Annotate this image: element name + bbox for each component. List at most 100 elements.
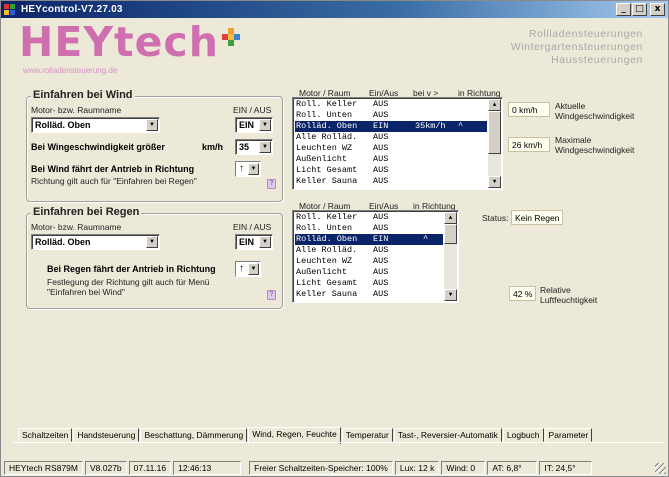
scroll-up-icon[interactable]: ▲ bbox=[444, 212, 457, 224]
current-wind-label: Aktuelle Windgeschwindigkeit bbox=[555, 101, 634, 121]
tab-handsteuerung[interactable]: Handsteuerung bbox=[73, 428, 140, 442]
rain-einaus-value: EIN bbox=[239, 237, 255, 247]
list-item[interactable]: Licht Gesamt AUS bbox=[295, 278, 443, 289]
list-item[interactable]: Roll. Unten AUS bbox=[295, 110, 487, 121]
tagline: Rollladensteuerungen Wintergartensteueru… bbox=[511, 28, 643, 67]
close-button[interactable]: x bbox=[650, 3, 665, 16]
chevron-down-icon[interactable]: ▼ bbox=[259, 141, 271, 153]
list-item[interactable]: Roll. Keller AUS bbox=[295, 212, 443, 223]
chevron-down-icon[interactable]: ▼ bbox=[248, 163, 259, 175]
list-cell-state: AUS bbox=[373, 256, 389, 266]
list-cell-name: Roll. Unten bbox=[296, 110, 353, 120]
list-item[interactable]: Roll. Unten AUS bbox=[295, 223, 443, 234]
wind-direction-note: Richtung gilt auch für "Einfahren bei Re… bbox=[31, 176, 197, 186]
rain-direction-select[interactable]: ↑ ▼ bbox=[235, 261, 261, 277]
list-cell-state: AUS bbox=[373, 132, 389, 142]
chevron-down-icon[interactable]: ▼ bbox=[259, 236, 271, 248]
list-item[interactable]: Außenlicht AUS bbox=[295, 267, 443, 278]
minimize-button[interactable]: _ bbox=[616, 3, 631, 16]
scroll-down-icon[interactable]: ▼ bbox=[488, 176, 501, 188]
list-cell-name: Roll. Keller bbox=[296, 99, 358, 109]
chevron-down-icon[interactable]: ▼ bbox=[248, 263, 259, 275]
list-cell-dir: ^ bbox=[458, 121, 464, 131]
list-item[interactable]: Leuchten WZ AUS bbox=[295, 143, 487, 154]
tab-schaltzeiten[interactable]: Schaltzeiten bbox=[18, 428, 73, 442]
list-item[interactable]: Keller Sauna AUS bbox=[295, 289, 443, 300]
chevron-down-icon[interactable]: ▼ bbox=[146, 236, 158, 248]
list-cell-name: Roll. Keller bbox=[296, 212, 358, 222]
wind-einaus-value: EIN bbox=[239, 120, 255, 130]
max-wind-label: Maximale Windgeschwindigkeit bbox=[555, 135, 634, 155]
wind-speed-select[interactable]: 35 ▼ bbox=[235, 139, 273, 155]
status-memory: Freier Schaltzeiten-Speicher: 100% bbox=[249, 461, 393, 475]
wind-motor-select[interactable]: Rolläd. Oben ▼ bbox=[31, 117, 160, 133]
tab-beschattung-dämmerung[interactable]: Beschattung, Dämmerung bbox=[140, 428, 248, 442]
label-line: Relative bbox=[540, 285, 571, 295]
rain-list-scrollbar[interactable]: ▲ ▼ bbox=[444, 212, 457, 301]
list-item[interactable]: Keller Sauna AUS bbox=[295, 176, 487, 187]
title-bar[interactable]: HEYcontrol-V7.27.03 _ □ x bbox=[1, 1, 668, 18]
list-item[interactable]: Licht Gesamt AUS bbox=[295, 165, 487, 176]
list-item[interactable]: Rolläd. Oben EIN ^ bbox=[295, 234, 443, 245]
list-item[interactable]: Alle Rolläd. AUS bbox=[295, 132, 487, 143]
tab-parameter[interactable]: Parameter bbox=[544, 428, 593, 442]
tab-bar: Schaltzeiten Handsteuerung Beschattung, Dä… bbox=[18, 427, 593, 444]
status-version: V8.027b bbox=[84, 461, 127, 475]
list-cell-state: AUS bbox=[373, 143, 389, 153]
status-outdoor-temp: AT: 6,8° bbox=[487, 461, 538, 475]
list-item[interactable]: Leuchten WZ AUS bbox=[295, 256, 443, 267]
rain-motor-select[interactable]: Rolläd. Oben ▼ bbox=[31, 234, 160, 250]
list-cell-name: Rolläd. Oben bbox=[296, 234, 358, 244]
rain-direction-note: Festlegung der Richtung gilt auch für Me… bbox=[47, 277, 210, 297]
wind-motor-value: Rolläd. Oben bbox=[35, 120, 91, 130]
list-item[interactable]: Außenlicht AUS bbox=[295, 154, 487, 165]
chevron-down-icon[interactable]: ▼ bbox=[146, 119, 158, 131]
tab-temperatur[interactable]: Temperatur bbox=[341, 428, 393, 442]
status-time: 12:46:13 bbox=[173, 461, 242, 475]
rain-motor-label: Motor- bzw. Raumname bbox=[31, 222, 122, 232]
wind-speed-label: Bei Wingeschwindigkeit größer bbox=[31, 142, 165, 152]
scroll-thumb[interactable] bbox=[488, 111, 501, 154]
brand-logo: HEYtech bbox=[19, 18, 219, 66]
list-cell-state: AUS bbox=[373, 154, 389, 164]
wind-list-scrollbar[interactable]: ▲ ▼ bbox=[488, 99, 501, 188]
maximize-button[interactable]: □ bbox=[632, 3, 647, 16]
list-item[interactable]: Roll. Keller AUS bbox=[295, 99, 487, 110]
list-cell-name: Außenlicht bbox=[296, 267, 348, 277]
list-cell-state: AUS bbox=[373, 289, 389, 299]
max-wind-value: 26 km/h bbox=[508, 137, 550, 152]
tab-divider bbox=[13, 442, 665, 443]
tagline-line: Wintergartensteuerungen bbox=[510, 41, 643, 53]
note-line: "Einfahren bei Wind" bbox=[47, 287, 125, 297]
scroll-down-icon[interactable]: ▼ bbox=[444, 289, 457, 301]
note-line: Festlegung der Richtung gilt auch für Me… bbox=[47, 277, 210, 287]
rain-motor-list[interactable]: Roll. Keller AUS Roll. Unten AUS Rolläd. Obe… bbox=[292, 210, 459, 303]
rain-einaus-select[interactable]: EIN ▼ bbox=[235, 234, 273, 250]
tab-tast-reversier-automatik[interactable]: Tast-, Reversier-Automatik bbox=[393, 428, 502, 442]
list-cell-dir: ^ bbox=[423, 234, 429, 244]
tab-logbuch[interactable]: Logbuch bbox=[502, 428, 544, 442]
list-cell-state: AUS bbox=[373, 278, 389, 288]
wind-einaus-select[interactable]: EIN ▼ bbox=[235, 117, 273, 133]
label-line: Maximale bbox=[555, 135, 592, 145]
tagline-line: Rollladensteuerungen bbox=[528, 28, 643, 40]
list-cell-name: Außenlicht bbox=[296, 154, 348, 164]
rain-motor-value: Rolläd. Oben bbox=[35, 237, 91, 247]
list-cell-name: Leuchten WZ bbox=[296, 256, 353, 266]
list-cell-name: Alle Rolläd. bbox=[296, 245, 358, 255]
help-icon[interactable]: ? bbox=[267, 179, 276, 189]
wind-einaus-label: EIN / AUS bbox=[233, 105, 272, 115]
list-cell-name: Licht Gesamt bbox=[296, 278, 358, 288]
wind-speed-value: 35 bbox=[239, 142, 250, 152]
scroll-thumb[interactable] bbox=[444, 224, 457, 244]
chevron-down-icon[interactable]: ▼ bbox=[259, 119, 271, 131]
wind-direction-select[interactable]: ↑ ▼ bbox=[235, 161, 261, 177]
list-item[interactable]: Alle Rolläd. AUS bbox=[295, 245, 443, 256]
wind-motor-list[interactable]: Roll. Keller AUS Roll. Unten AUS Rolläd. Obe… bbox=[292, 97, 503, 190]
help-icon[interactable]: ? bbox=[267, 290, 276, 300]
list-cell-name: Keller Sauna bbox=[296, 176, 358, 186]
list-item[interactable]: Rolläd. Oben EIN 35km/h ^ bbox=[295, 121, 487, 132]
resize-grip-icon[interactable] bbox=[655, 463, 666, 474]
scroll-up-icon[interactable]: ▲ bbox=[488, 99, 501, 111]
tagline-line: Haussteuerungen bbox=[551, 54, 643, 66]
